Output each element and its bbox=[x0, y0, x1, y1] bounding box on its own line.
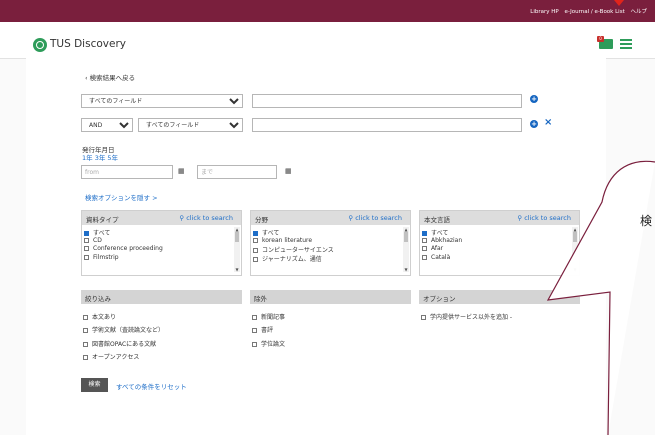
top-links: Library HP e-Journal / e-Book List ヘルプ bbox=[526, 7, 647, 15]
checkbox[interactable] bbox=[252, 342, 257, 347]
circle-logo-icon[interactable] bbox=[33, 38, 47, 52]
pointer-arrow-icon bbox=[614, 0, 624, 6]
checkbox[interactable] bbox=[84, 246, 89, 251]
click-to-search-link[interactable]: ⚲ click to search bbox=[179, 214, 233, 222]
exclude-header: 除外 bbox=[250, 290, 411, 304]
checkbox[interactable] bbox=[422, 246, 427, 251]
checkbox[interactable] bbox=[253, 237, 258, 243]
facet-header: 分野 ⚲ click to search bbox=[251, 211, 410, 225]
field-select-2[interactable]: すべてのフィールド bbox=[138, 118, 243, 132]
checkbox[interactable] bbox=[252, 315, 257, 320]
search-button[interactable]: 検索 bbox=[81, 378, 108, 392]
plus-circle-icon[interactable]: + bbox=[530, 95, 538, 103]
speech-callout bbox=[546, 160, 655, 435]
facet-material-type: 資料タイプ ⚲ click to search すべて CD Conferenc… bbox=[81, 210, 242, 276]
list-item[interactable]: 学術文献（査読論文など） bbox=[83, 325, 164, 334]
checkbox[interactable] bbox=[84, 231, 89, 236]
exclude-title: 除外 bbox=[254, 295, 267, 303]
list-item[interactable]: CD bbox=[84, 237, 228, 246]
list-item[interactable]: オープンアクセス bbox=[83, 352, 139, 361]
scrollbar[interactable]: ▲▼ bbox=[403, 227, 409, 272]
list-item[interactable]: ジャーナリズム、通信 bbox=[253, 254, 397, 263]
checkbox[interactable] bbox=[252, 328, 257, 333]
checkbox[interactable] bbox=[422, 237, 427, 243]
library-hp-link[interactable]: Library HP bbox=[530, 9, 558, 15]
checkbox[interactable] bbox=[253, 231, 258, 236]
search-input-1[interactable] bbox=[252, 94, 522, 108]
click-to-search-link[interactable]: ⚲ click to search bbox=[348, 214, 402, 222]
checkbox[interactable] bbox=[84, 254, 89, 260]
back-to-results-link[interactable]: ‹ 検索結果へ戻る bbox=[85, 72, 135, 82]
list-item[interactable]: Filmstrip bbox=[84, 254, 228, 263]
list-item[interactable]: すべて bbox=[253, 228, 397, 237]
narrow-title: 絞り込み bbox=[85, 295, 111, 303]
calendar-icon[interactable]: ▦ bbox=[178, 167, 185, 175]
list-item[interactable]: コンピューターサイエンス bbox=[253, 245, 397, 254]
checkbox[interactable] bbox=[421, 315, 426, 320]
checkbox[interactable] bbox=[84, 237, 89, 243]
option-title: オプション bbox=[423, 295, 456, 303]
checkbox[interactable] bbox=[83, 355, 88, 360]
facet-header: 資料タイプ ⚲ click to search bbox=[82, 211, 241, 225]
ejournal-link[interactable]: e-Journal / e-Book List bbox=[564, 9, 624, 15]
hide-options-link[interactable]: 検索オプションを隠す > bbox=[85, 192, 158, 202]
folder-count-badge: 0 bbox=[597, 36, 604, 42]
list-item[interactable]: korean literature bbox=[253, 237, 397, 246]
list-item[interactable]: 新聞記事 bbox=[252, 312, 285, 321]
list-item[interactable]: Conference proceeding bbox=[84, 245, 228, 254]
facet-title: 資料タイプ bbox=[86, 216, 119, 224]
list-item[interactable]: 学内提供サービス以外を追加 - bbox=[421, 312, 512, 321]
list-item[interactable]: 図書館OPACにある文献 bbox=[83, 339, 156, 348]
list-item[interactable]: すべて bbox=[84, 228, 228, 237]
facet-title: 分野 bbox=[255, 216, 268, 224]
checkbox[interactable] bbox=[253, 256, 258, 262]
x-icon[interactable]: × bbox=[544, 118, 552, 128]
search-input-2[interactable] bbox=[252, 118, 522, 132]
date-quick-links[interactable]: 1年 3年 5年 bbox=[82, 152, 118, 162]
field-select-1[interactable]: すべてのフィールド bbox=[81, 94, 243, 108]
operator-select[interactable]: AND bbox=[81, 118, 133, 132]
site-title[interactable]: TUS Discovery bbox=[50, 38, 126, 50]
facet-field: 分野 ⚲ click to search すべて korean literatu… bbox=[250, 210, 411, 276]
callout-text: 検 bbox=[640, 214, 653, 228]
facet-title: 本文言語 bbox=[424, 216, 450, 224]
plus-circle-icon[interactable]: + bbox=[530, 120, 538, 128]
hamburger-menu-icon[interactable] bbox=[620, 39, 632, 51]
checkbox[interactable] bbox=[253, 248, 258, 253]
checkbox[interactable] bbox=[83, 315, 88, 320]
date-from-input[interactable] bbox=[81, 165, 173, 179]
help-link[interactable]: ヘルプ bbox=[630, 9, 647, 15]
list-item[interactable]: 書評 bbox=[252, 325, 273, 334]
list-item[interactable]: 本文あり bbox=[83, 312, 116, 321]
narrow-header: 絞り込み bbox=[81, 290, 242, 304]
list-item[interactable]: 学位論文 bbox=[252, 339, 285, 348]
scrollbar[interactable]: ▲▼ bbox=[234, 227, 240, 272]
checkbox[interactable] bbox=[422, 254, 427, 260]
date-to-input[interactable] bbox=[197, 165, 277, 179]
reset-all-link[interactable]: すべての条件をリセット bbox=[116, 381, 187, 391]
checkbox[interactable] bbox=[83, 342, 88, 347]
checkbox[interactable] bbox=[83, 328, 88, 333]
calendar-icon[interactable]: ▦ bbox=[285, 167, 292, 175]
checkbox[interactable] bbox=[422, 231, 427, 236]
